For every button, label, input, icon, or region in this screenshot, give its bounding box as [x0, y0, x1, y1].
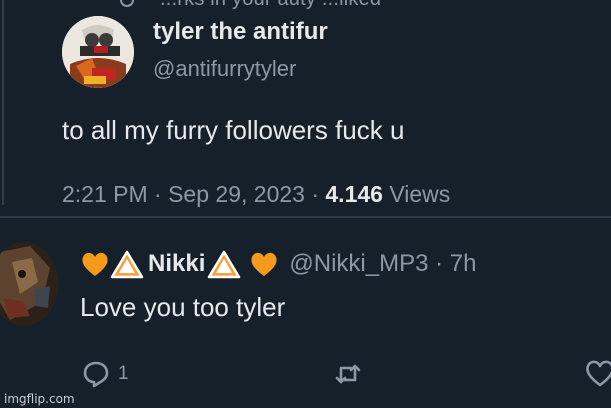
reply-tweet[interactable]: Nikki @Nikki_MP3 · 7h Love you too tyler… — [0, 218, 611, 408]
watermark: imgflip.com — [4, 392, 75, 406]
display-name[interactable]: tyler the antifur — [153, 18, 328, 46]
reply-icon — [83, 361, 109, 388]
reply-count: 1 — [118, 363, 129, 384]
views-count: 4.146 — [325, 181, 383, 207]
thread-line — [2, 0, 4, 205]
like-button[interactable] — [584, 358, 611, 390]
retweet-button[interactable] — [332, 358, 364, 390]
quoted-tweet[interactable]: tyler the antifur @antifurrytyler to all… — [0, 0, 611, 216]
tweet-text: to all my furry followers fuck u — [62, 115, 405, 145]
heart-emoji-icon — [82, 252, 108, 276]
views-label: Views — [382, 181, 451, 207]
tweet-meta: 2:21 PM · Sep 29, 2023 · 4.146 Views — [62, 181, 450, 208]
display-name[interactable]: Nikki — [148, 250, 205, 278]
action-bar: 1 — [0, 354, 611, 394]
avatar-image — [62, 16, 134, 88]
avatar[interactable] — [0, 242, 58, 326]
avatar[interactable] — [62, 16, 134, 88]
warning-emoji-icon — [110, 250, 144, 279]
heart-emoji-icon — [251, 252, 277, 276]
reply-text: Love you too tyler — [80, 292, 286, 322]
reply-header: Nikki @Nikki_MP3 · 7h — [80, 246, 476, 282]
warning-emoji-icon — [208, 250, 241, 279]
like-icon — [586, 360, 611, 387]
user-handle-time[interactable]: @Nikki_MP3 · 7h — [289, 250, 476, 278]
retweet-icon — [335, 364, 361, 384]
user-handle[interactable]: @antifurrytyler — [153, 56, 296, 82]
avatar-image — [0, 242, 58, 326]
timestamp[interactable]: 2:21 PM · Sep 29, 2023 · — [62, 181, 325, 207]
reply-button[interactable]: 1 — [80, 358, 129, 390]
